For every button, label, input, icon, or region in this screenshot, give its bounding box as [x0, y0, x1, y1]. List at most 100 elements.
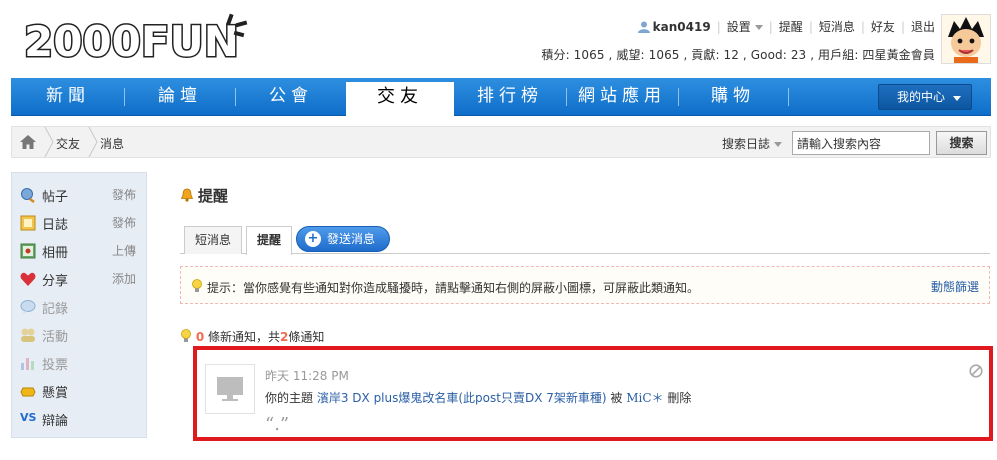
short-message-link[interactable]: 短消息: [819, 18, 855, 35]
share-icon: [20, 272, 36, 286]
sidebar-item-label: 日誌: [42, 218, 69, 233]
chevron-down-icon: [774, 142, 783, 147]
search-input[interactable]: [792, 131, 930, 155]
user-bar: kan0419 | 設置 | 提醒 | 短消息 | 好友 | 退出: [637, 18, 935, 35]
main-nav: 新聞 論壇 公會 交友 排行榜 網站應用 購物 我的中心: [11, 78, 991, 116]
sidebar-item-label: 辯論: [42, 414, 69, 429]
sidebar-item-share[interactable]: 分享 添加: [20, 269, 142, 289]
nav-forum[interactable]: 論壇: [125, 78, 235, 116]
notice-by-label: 被: [610, 391, 623, 405]
username-link[interactable]: kan0419: [653, 20, 711, 34]
breadcrumb-item-messages: 消息: [100, 137, 125, 151]
sidebar-item-label: 分享: [42, 274, 69, 289]
bell-icon: [180, 188, 194, 202]
sidebar-item-activity[interactable]: 活動: [20, 325, 142, 345]
sidebar-action-add[interactable]: 添加: [112, 270, 136, 287]
reminder-link[interactable]: 提醒: [779, 18, 803, 35]
breadcrumb: 交友 消息 搜索日誌 搜索: [11, 126, 991, 158]
notice-item: 昨天 11:28 PM 你的主題 濱岸3 DX plus爆鬼改名車(此post只…: [193, 346, 993, 441]
message-tabs: 短消息 提醒 + 發送消息: [180, 224, 990, 255]
nav-divider: [788, 88, 789, 106]
record-icon: [20, 300, 36, 314]
site-logo[interactable]: 2000FUN: [22, 10, 252, 68]
separator: |: [716, 19, 721, 34]
notice-user-link[interactable]: MiC＊: [626, 391, 663, 405]
tab-short-messages[interactable]: 短消息: [184, 226, 242, 254]
notice-thumbnail: [205, 364, 255, 414]
poll-icon: [21, 358, 34, 370]
logout-link[interactable]: 退出: [911, 18, 935, 35]
sidebar-item-label: 相冊: [42, 246, 69, 261]
separator: |: [808, 19, 813, 34]
separator: |: [860, 19, 865, 34]
page-title-text: 提醒: [198, 187, 229, 205]
activity-icon: [21, 328, 35, 342]
chevron-down-icon: [953, 96, 961, 101]
sidebar-action-upload[interactable]: 上傳: [112, 242, 136, 259]
new-notice-count: 0: [195, 330, 205, 344]
sidebar-item-records[interactable]: 記錄: [20, 297, 142, 317]
search-scope-select[interactable]: 搜索日誌: [722, 135, 783, 152]
nav-web-apps[interactable]: 網站應用: [567, 78, 677, 116]
notice-quote: “.”: [265, 414, 290, 435]
tip-box: 提示：當你感覺有些通知對你造成騷擾時，請點擊通知右側的屏蔽小圖標，可屏蔽此類通知…: [180, 266, 990, 304]
nav-guild[interactable]: 公會: [236, 78, 346, 116]
sidebar: 帖子 發佈 日誌 發佈 相冊 上傳 分享 添加 記錄 活動 投票 懸賞 VS 辯…: [11, 172, 147, 438]
dynamic-filter-link[interactable]: 動態篩選: [931, 278, 979, 295]
logo-2000: 2000FUN: [24, 17, 239, 66]
new-notice-label: 條新通知，共: [208, 330, 281, 344]
monitor-icon: [217, 377, 243, 401]
sidebar-item-reward[interactable]: 懸賞: [20, 381, 142, 401]
sidebar-item-label: 帖子: [42, 190, 69, 205]
breadcrumb-item-social[interactable]: 交友: [56, 135, 80, 152]
chevron-right-icon: [88, 127, 98, 157]
blog-icon: [20, 215, 36, 231]
search-button[interactable]: 搜索: [936, 131, 987, 155]
tip-text: 提示：當你感覺有些通知對你造成騷擾時，請點擊通知右側的屏蔽小圖標，可屏蔽此類通知…: [207, 281, 700, 295]
reward-icon: [20, 387, 36, 397]
sidebar-action-publish[interactable]: 發佈: [112, 214, 136, 231]
sidebar-item-album[interactable]: 相冊 上傳: [20, 241, 142, 261]
plus-icon: +: [305, 231, 321, 247]
sidebar-item-posts[interactable]: 帖子 發佈: [20, 185, 142, 205]
notice-body: 你的主題 濱岸3 DX plus爆鬼改名車(此post只賣DX 7架新車種) 被…: [265, 389, 691, 406]
lightbulb-icon: [181, 329, 191, 342]
compose-message-button[interactable]: + 發送消息: [296, 226, 390, 252]
nav-shopping[interactable]: 購物: [679, 78, 787, 116]
block-icon[interactable]: [969, 364, 983, 378]
page-title: 提醒: [180, 185, 228, 206]
album-icon: [20, 243, 36, 259]
post-icon: [21, 188, 35, 203]
home-icon[interactable]: [20, 135, 36, 149]
tab-reminders[interactable]: 提醒: [246, 226, 292, 255]
sidebar-item-label: 記錄: [42, 302, 69, 317]
avatar[interactable]: [941, 14, 991, 64]
sidebar-item-blog[interactable]: 日誌 發佈: [20, 213, 142, 233]
settings-menu[interactable]: 設置: [727, 18, 763, 35]
total-notice-label: 條通知: [288, 330, 325, 344]
settings-label: 設置: [726, 20, 751, 34]
sidebar-item-label: 投票: [42, 358, 69, 373]
sidebar-item-debate[interactable]: VS 辯論: [20, 409, 142, 429]
sidebar-item-label: 懸賞: [42, 386, 69, 401]
sidebar-item-poll[interactable]: 投票: [20, 353, 142, 373]
chevron-right-icon: [44, 127, 54, 157]
sidebar-item-label: 活動: [42, 330, 69, 345]
nav-ranking[interactable]: 排行榜: [455, 78, 565, 116]
user-stats: 積分: 1065 , 威望: 1065 , 貢獻: 12 , Good: 23 …: [541, 48, 935, 62]
lightbulb-icon: [192, 279, 202, 292]
separator: |: [900, 19, 905, 34]
my-center-button[interactable]: 我的中心: [878, 84, 972, 110]
notice-count: 0 條新通知，共2條通知: [180, 328, 324, 345]
avatar-image: [942, 15, 990, 63]
debate-icon: VS: [20, 411, 37, 424]
notice-topic-link[interactable]: 濱岸3 DX plus爆鬼改名車(此post只賣DX 7架新車種): [317, 391, 607, 405]
sidebar-action-publish[interactable]: 發佈: [112, 186, 136, 203]
notice-time: 昨天 11:28 PM: [265, 369, 349, 383]
separator: |: [768, 19, 773, 34]
nav-news[interactable]: 新聞: [13, 78, 123, 116]
user-icon: [637, 21, 650, 33]
nav-social[interactable]: 交友: [346, 82, 454, 116]
friends-link[interactable]: 好友: [871, 18, 895, 35]
search-scope-label: 搜索日誌: [722, 137, 771, 151]
